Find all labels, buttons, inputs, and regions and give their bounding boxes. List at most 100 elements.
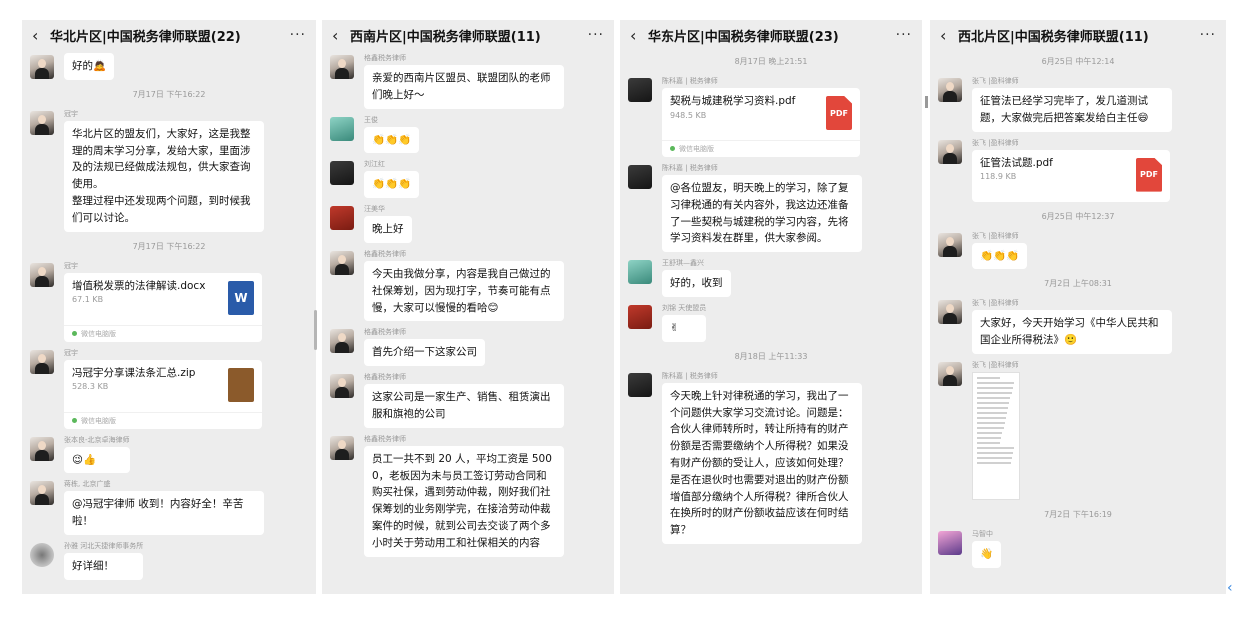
chat-title: 华东片区|中国税务律师联盟(23) — [648, 29, 839, 45]
more-dots-icon[interactable]: ··· — [588, 27, 604, 43]
avatar[interactable] — [30, 110, 54, 135]
avatar-torso — [35, 494, 49, 506]
message-bubble[interactable]: @冯冠宇律师 收到！内容好全！辛苦啦！ — [64, 491, 264, 535]
sender-name: 孙雅 河北天捷律师事务所 — [64, 541, 144, 550]
sender-name: 格鑫税务律师 — [364, 249, 406, 258]
avatar[interactable] — [30, 542, 54, 567]
file-card[interactable]: 增值税发票的法律解读.docx 67.1 KB W 微信电脑版 — [64, 272, 262, 342]
more-dots-icon[interactable]: ··· — [290, 27, 306, 43]
scroll-indicator[interactable] — [925, 96, 928, 108]
message-row: 陈科嘉 | 税务律师 契税与城建税学习资料.pdf 948.5 KB PDF 微信电脑版 — [620, 73, 922, 160]
avatar[interactable] — [938, 78, 962, 102]
avatar[interactable] — [330, 250, 354, 275]
message-content: 冠宇 冯冠宇分享课法条汇总.zip 528.3 KB 微信电脑版 — [64, 348, 262, 429]
message-content: 张本良-北京卓海律师 😉👍 — [64, 435, 130, 474]
file-card[interactable]: 冯冠宇分享课法条汇总.zip 528.3 KB 微信电脑版 — [64, 359, 262, 429]
message-bubble[interactable]: 亲爱的西南片区盟员、联盟团队的老师们晚上好～ — [364, 65, 564, 109]
avatar[interactable] — [30, 481, 54, 506]
message-bubble[interactable]: @各位盟友，明天晚上的学习，除了复习律税通的有关内容外，我这边还准备了一些契税与… — [662, 175, 862, 253]
avatar[interactable] — [30, 349, 54, 374]
more-dots-icon[interactable]: ··· — [1200, 27, 1216, 43]
file-source: 微信电脑版 — [64, 411, 262, 429]
avatar[interactable] — [628, 372, 652, 397]
message-row: 陈科嘉 | 税务律师 @各位盟友，明天晚上的学习，除了复习律税通的有关内容外，我这… — [620, 160, 922, 255]
chevron-left-icon[interactable]: ‹ — [630, 26, 648, 45]
message-bubble[interactable]: 今天由我做分享，内容是我自己做过的社保筹划，因为现打字，节奏可能有点慢，大家可以… — [364, 260, 564, 322]
avatar-face — [946, 82, 954, 91]
timestamp: 8月18日 上午11:33 — [734, 351, 808, 361]
sender-name: 冠宇 — [64, 261, 78, 270]
message-bubble[interactable]: 好详细！ — [64, 552, 144, 580]
message-content: 陈科嘉 | 税务律师 今天晚上针对律税通的学习，我出了一个问题供大家学习交流讨论。… — [662, 371, 862, 544]
message-bubble[interactable]: 大家好，今天开始学习《中华人民共和国企业所得税法》🙂 — [972, 310, 1172, 354]
avatar[interactable] — [938, 300, 962, 325]
message-bubble[interactable]: 员工一共不到 20 人，平均工资是 5000，老板因为未与员工签订劳动合同和购买… — [364, 445, 564, 557]
message-bubble[interactable]: 👏👏👏 — [364, 126, 420, 154]
message-bubble[interactable]: 👋 — [972, 540, 1002, 568]
message-row: 格鑫税务律师 员工一共不到 20 人，平均工资是 5000，老板因为未与员工签订劳… — [322, 431, 614, 560]
avatar-face — [338, 254, 346, 264]
avatar[interactable] — [628, 304, 652, 329]
message-content: 格鑫税务律师今天由我做分享，内容是我自己做过的社保筹划，因为现打字，节奏可能有点… — [364, 249, 564, 322]
message-bubble[interactable]: 征管法已经学习完毕了，发几道测试题，大家做完后把答案发给白主任😄 — [972, 88, 1172, 132]
chevron-left-icon[interactable]: ‹ — [32, 26, 50, 45]
message-bubble[interactable]: ✌ — [662, 314, 707, 342]
avatar[interactable] — [330, 374, 354, 399]
avatar[interactable] — [330, 161, 354, 186]
message-row: 格鑫税务律师 首先介绍一下这家公司 — [322, 324, 614, 369]
message-bubble[interactable]: 今天晚上针对律税通的学习，我出了一个问题供大家学习交流讨论。问题是：合伙人律师转… — [662, 382, 862, 544]
timestamp: 6月25日 中午12:37 — [1041, 211, 1115, 221]
word-file-icon: W — [228, 280, 254, 315]
message-content: 冠宇 华北片区的盟友们，大家好，这是我整理的周末学习分享，发给大家，里面涉及的法规… — [64, 109, 264, 232]
message-content: 张飞 |盈科律师 大家好，今天开始学习《中华人民共和国企业所得税法》🙂 — [972, 298, 1172, 354]
message-list[interactable]: 8月17日 晚上21:51 陈科嘉 | 税务律师 契税与城建税学习资料.pdf 948… — [620, 50, 922, 594]
message-bubble[interactable]: 👏👏👏 — [364, 171, 420, 199]
message-bubble[interactable]: 👏👏👏 — [972, 242, 1028, 270]
avatar[interactable] — [330, 206, 354, 231]
file-card[interactable]: 征管法试题.pdf 118.9 KB PDF — [972, 149, 1170, 202]
avatar[interactable] — [628, 260, 652, 285]
avatar[interactable] — [628, 78, 652, 102]
message-content: 刘江红 👏👏👏 — [364, 159, 420, 199]
message-bubble[interactable]: 首先介绍一下这家公司 — [364, 339, 485, 367]
message-bubble[interactable]: 😉👍 — [64, 446, 130, 474]
avatar[interactable] — [330, 116, 354, 141]
avatar[interactable] — [330, 435, 354, 460]
avatar[interactable] — [30, 262, 54, 287]
timestamp: 8月17日 晚上21:51 — [734, 57, 808, 66]
message-bubble[interactable]: 晚上好 — [364, 216, 412, 243]
avatar[interactable] — [938, 232, 962, 257]
sender-name: 张飞 |盈科律师 — [972, 77, 1019, 85]
avatar[interactable] — [938, 139, 962, 164]
image-text-line — [977, 461, 1011, 464]
avatar-face — [338, 439, 346, 449]
chevron-left-icon[interactable]: ‹ — [1227, 580, 1233, 596]
message-list[interactable]: 好的🙇 7月17日 下午16:22 冠宇 华北片区的盟友们，大家好，这是我整理的周末学… — [22, 50, 316, 594]
message-bubble[interactable]: 这家公司是一家生产、销售、租赁演出服和旗袍的公司 — [364, 384, 564, 428]
avatar[interactable] — [628, 165, 652, 189]
chevron-left-icon[interactable]: ‹ — [940, 26, 958, 45]
avatar[interactable] — [938, 530, 962, 555]
avatar[interactable] — [938, 361, 962, 386]
document-image[interactable] — [972, 371, 1020, 500]
avatar[interactable] — [30, 55, 54, 79]
avatar-face — [38, 353, 46, 363]
avatar[interactable] — [330, 329, 354, 354]
image-text-line — [977, 426, 1004, 429]
message-row: 王舒琪—鑫兴 好的，收到 — [620, 255, 922, 300]
more-dots-icon[interactable]: ··· — [896, 27, 912, 43]
message-bubble[interactable]: 好的🙇 — [64, 53, 115, 80]
message-bubble[interactable]: 好的，收到 — [662, 270, 731, 297]
message-row: 冠宇 华北片区的盟友们，大家好，这是我整理的周末学习分享，发给大家，里面涉及的法规… — [22, 106, 316, 235]
chevron-left-icon[interactable]: ‹ — [332, 26, 350, 45]
message-list[interactable]: 6月25日 中午12:14 张飞 |盈科律师 征管法已经学习完毕了，发几道测试题，大… — [930, 50, 1226, 594]
message-list[interactable]: 格鑫税务律师 亲爱的西南片区盟员、联盟团队的老师们晚上好～ 王俊 👏👏👏 刘江红 👏👏👏 汪… — [322, 50, 614, 594]
file-source: 微信电脑版 — [64, 324, 262, 342]
message-row: 张飞 |盈科律师 — [930, 357, 1226, 503]
file-card[interactable]: 契税与城建税学习资料.pdf 948.5 KB PDF 微信电脑版 — [662, 88, 860, 157]
message-bubble[interactable]: 华北片区的盟友们，大家好，这是我整理的周末学习分享，发给大家，里面涉及的法规已经… — [64, 120, 264, 232]
avatar[interactable] — [330, 55, 354, 79]
file-name: 增值税发票的法律解读.docx — [72, 279, 206, 292]
scroll-handle[interactable] — [314, 310, 317, 350]
avatar[interactable] — [30, 436, 54, 461]
